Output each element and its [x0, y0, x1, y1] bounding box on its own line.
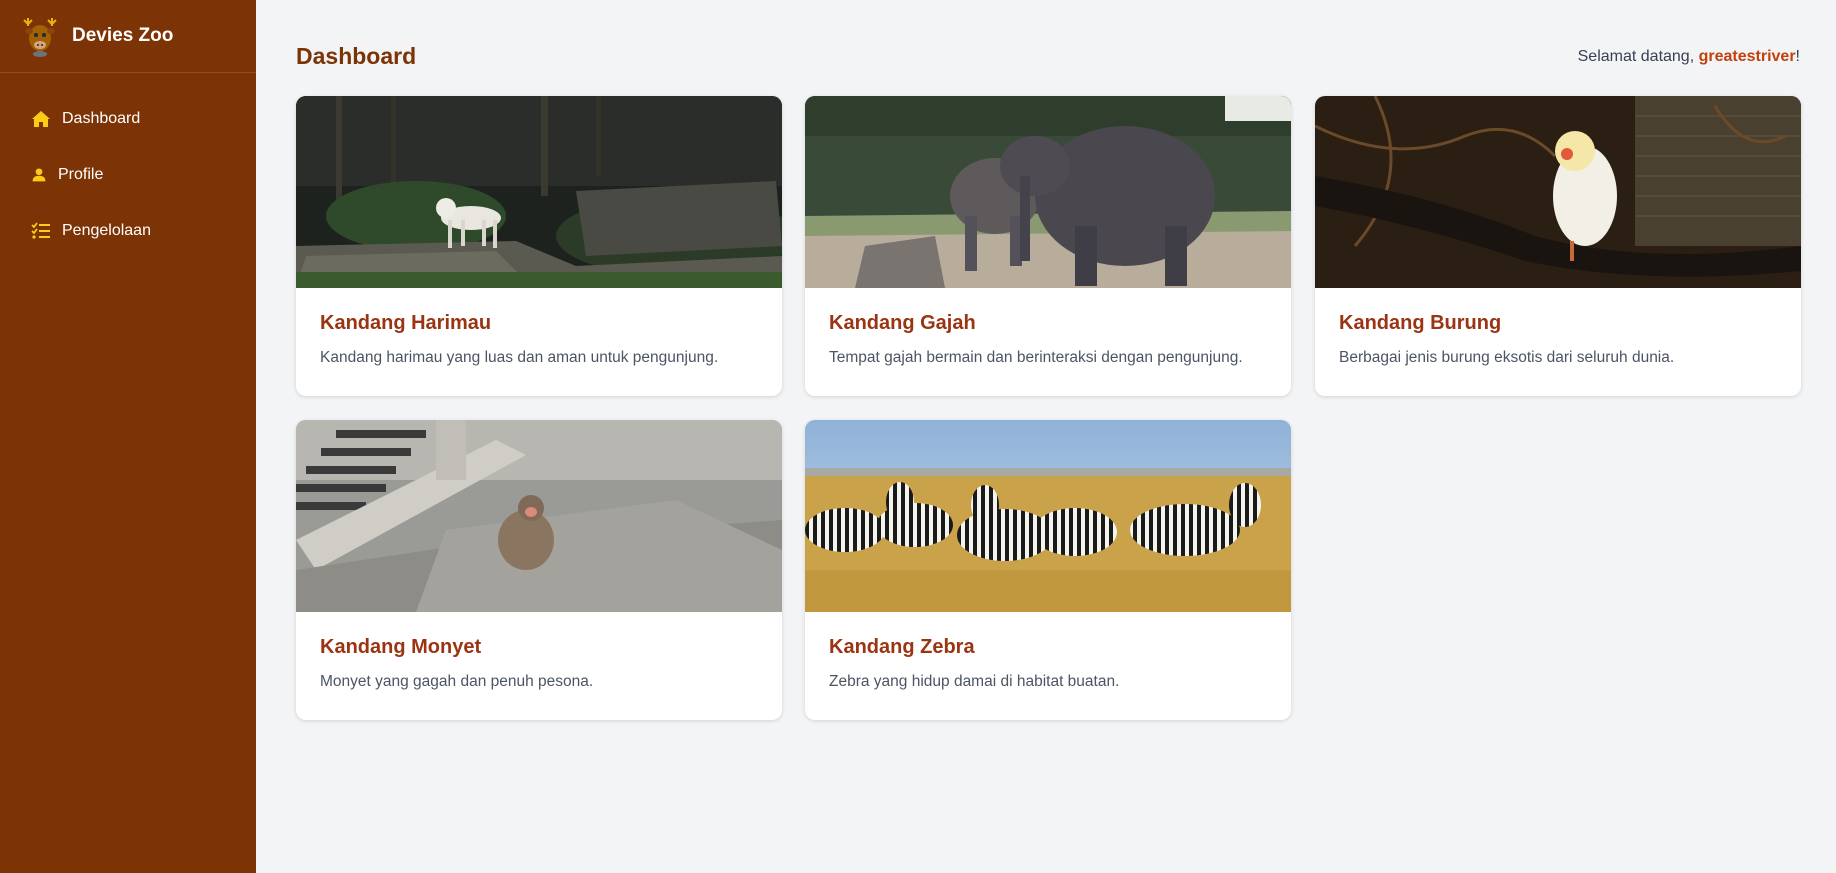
username: greatestriver — [1698, 48, 1796, 65]
card-title: Kandang Harimau — [320, 312, 492, 334]
sidebar-item-label: Pengelolaan — [62, 222, 151, 239]
card-image — [296, 96, 782, 288]
sidebar: Devies Zoo Dashboard Profile Pengelolaan — [0, 0, 256, 873]
card-title: Kandang Burung — [1339, 312, 1502, 334]
card-kandang-harimau[interactable]: Kandang Harimau Kandang harimau yang lua… — [296, 96, 782, 396]
card-kandang-zebra[interactable]: Kandang Zebra Zebra yang hidup damai di … — [805, 420, 1291, 720]
page-title: Dashboard — [296, 43, 417, 69]
card-image — [296, 420, 782, 612]
sidebar-item-profile[interactable]: Profile — [0, 147, 256, 203]
card-image — [805, 420, 1291, 612]
sidebar-item-pengelolaan[interactable]: Pengelolaan — [0, 203, 256, 259]
sidebar-nav: Dashboard Profile Pengelolaan — [0, 73, 256, 259]
card-description: Berbagai jenis burung eksotis dari selur… — [1339, 349, 1675, 366]
brand[interactable]: Devies Zoo — [0, 0, 256, 73]
welcome-prefix: Selamat datang, — [1577, 48, 1699, 65]
card-title: Kandang Monyet — [320, 636, 482, 658]
card-image — [1315, 96, 1801, 288]
card-description: Kandang harimau yang luas dan aman untuk… — [320, 349, 719, 366]
card-kandang-burung[interactable]: Kandang Burung Berbagai jenis burung eks… — [1315, 96, 1801, 396]
welcome-message: Selamat datang, greatestriver! — [1578, 48, 1800, 66]
card-image — [805, 96, 1291, 288]
card-description: Monyet yang gagah dan penuh pesona. — [320, 673, 594, 690]
card-description: Zebra yang hidup damai di habitat buatan… — [829, 673, 1120, 690]
card-description: Tempat gajah bermain dan berinteraksi de… — [829, 349, 1243, 366]
list-icon — [31, 222, 50, 239]
sidebar-item-label: Profile — [58, 166, 104, 183]
main-content: Dashboard Selamat datang, greatestriver!… — [256, 0, 1836, 873]
welcome-suffix: ! — [1795, 48, 1800, 65]
user-icon — [32, 168, 46, 182]
home-icon — [32, 111, 50, 127]
moose-logo-icon — [23, 18, 57, 57]
card-title: Kandang Zebra — [829, 636, 975, 658]
card-title: Kandang Gajah — [829, 312, 976, 334]
sidebar-item-dashboard[interactable]: Dashboard — [0, 91, 256, 147]
card-kandang-monyet[interactable]: Kandang Monyet Monyet yang gagah dan pen… — [296, 420, 782, 720]
card-kandang-gajah[interactable]: Kandang Gajah Tempat gajah bermain dan b… — [805, 96, 1291, 396]
sidebar-item-label: Dashboard — [62, 110, 141, 127]
app-name: Devies Zoo — [72, 25, 174, 46]
